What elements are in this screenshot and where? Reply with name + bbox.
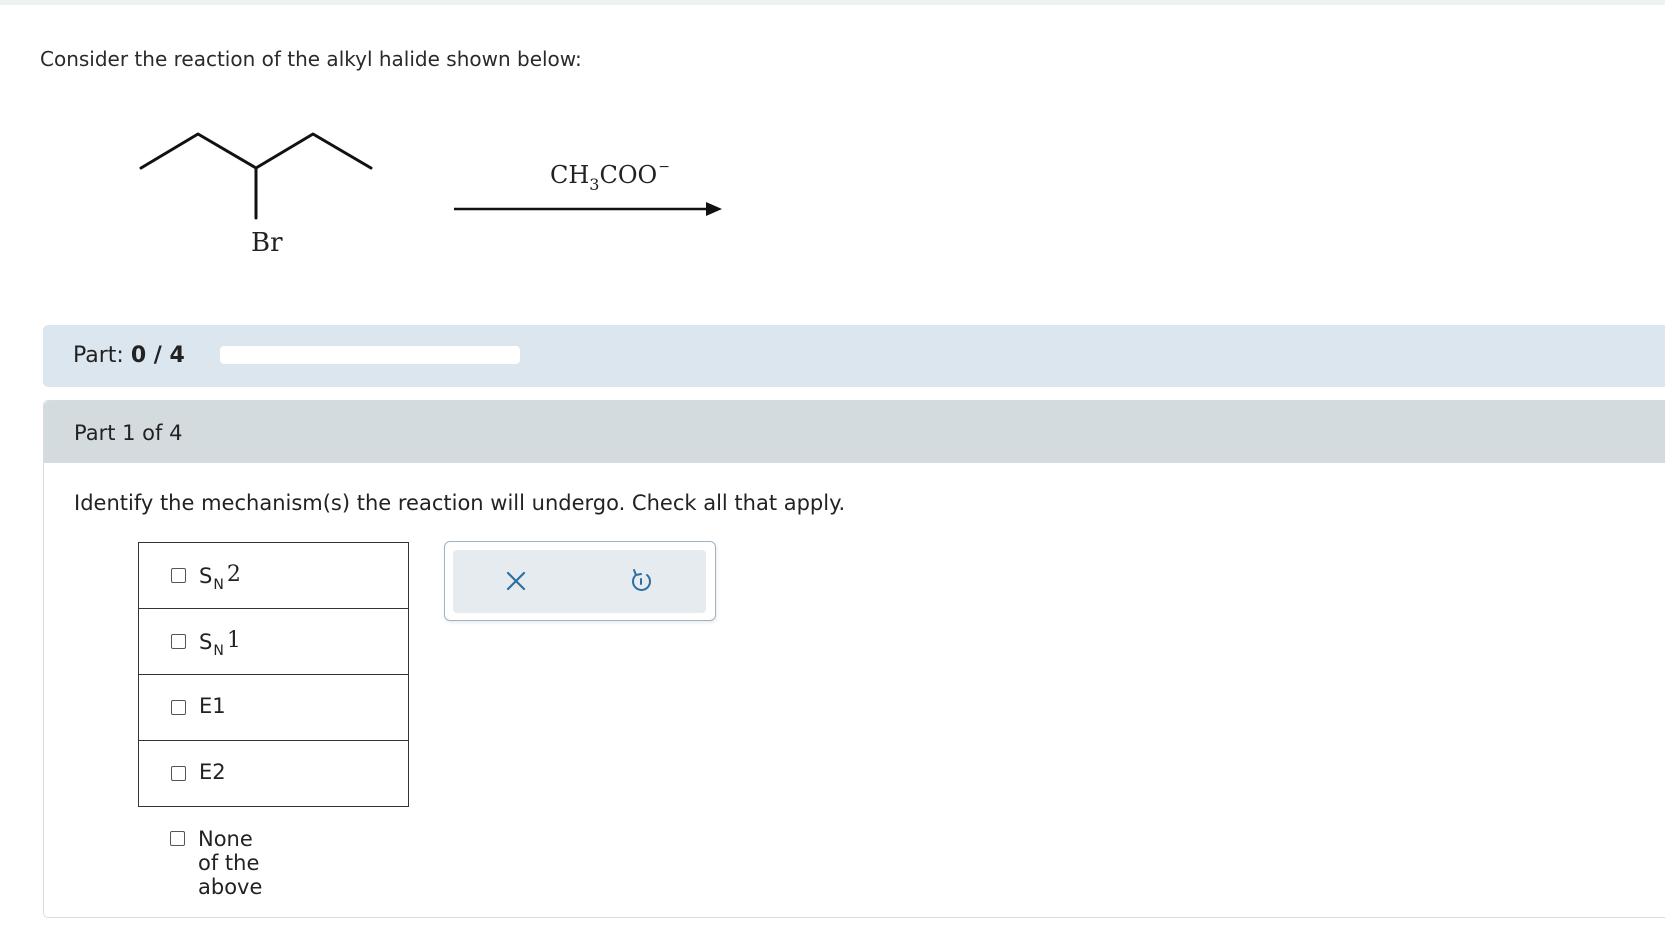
- e2-checkbox[interactable]: [171, 766, 186, 781]
- none-label: None of the above: [198, 827, 263, 899]
- sn2-checkbox[interactable]: [171, 568, 186, 583]
- sn1-checkbox[interactable]: [171, 634, 186, 649]
- option-sn1[interactable]: SN 1: [139, 609, 408, 675]
- reaction-diagram: [139, 132, 722, 220]
- close-icon: [506, 571, 526, 591]
- alkyl-halide-skeleton: [139, 132, 373, 220]
- clear-button[interactable]: [501, 566, 531, 596]
- progress-track: [220, 346, 520, 364]
- answer-actions-inner: [453, 550, 706, 613]
- none-checkbox[interactable]: [170, 831, 185, 846]
- undo-button[interactable]: [626, 566, 656, 596]
- part-progress-bar: Part: 0 / 4: [43, 325, 1665, 387]
- e1-checkbox[interactable]: [171, 700, 186, 715]
- e2-label: E2: [199, 760, 226, 784]
- part-panel: Part 1 of 4 Identify the mechanism(s) th…: [43, 400, 1665, 918]
- option-e1[interactable]: E1: [139, 675, 408, 741]
- part-instruction: Identify the mechanism(s) the reaction w…: [74, 491, 846, 515]
- reaction-arrow: [454, 202, 722, 216]
- progress-text: Part: 0 / 4: [73, 343, 185, 368]
- sn1-label: SN 1: [199, 628, 241, 659]
- option-e2[interactable]: E2: [139, 741, 408, 807]
- mechanism-options: SN 2 SN 1 E1 E2: [138, 542, 409, 807]
- part-title: Part 1 of 4: [74, 421, 183, 445]
- bromine-label: Br: [251, 228, 283, 258]
- reagent-label: CH3COO−: [550, 159, 670, 194]
- option-sn2[interactable]: SN 2: [139, 543, 408, 609]
- part-header: Part 1 of 4: [44, 401, 1665, 463]
- e1-label: E1: [199, 694, 226, 718]
- sn2-label: SN 2: [199, 562, 241, 593]
- undo-icon: [632, 569, 651, 591]
- answer-actions: [444, 541, 716, 621]
